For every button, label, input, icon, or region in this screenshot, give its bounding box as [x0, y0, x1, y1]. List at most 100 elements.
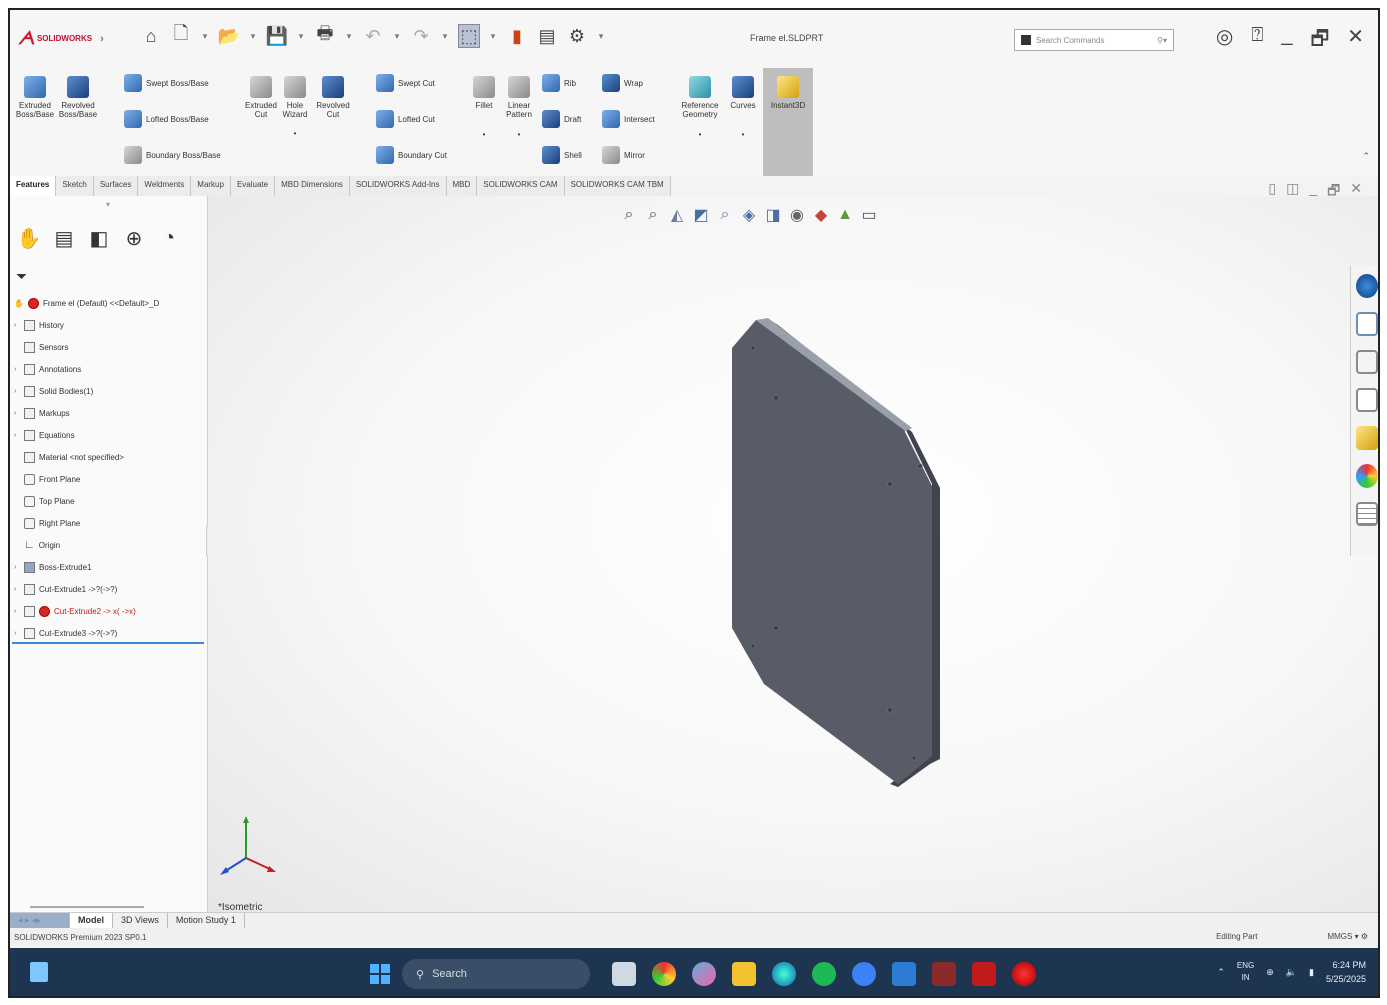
- revolved-boss-button[interactable]: Revolved Boss/Base: [58, 76, 98, 119]
- clock[interactable]: 6:24 PM 5/25/2025: [1326, 958, 1366, 986]
- panel-collapse-handle[interactable]: ▾: [106, 200, 110, 209]
- minimize-icon[interactable]: _: [1281, 24, 1292, 58]
- record-icon[interactable]: [1012, 962, 1036, 986]
- tab-features[interactable]: Features: [10, 176, 57, 196]
- tab-cam[interactable]: SOLIDWORKS CAM: [477, 176, 565, 196]
- help-icon[interactable]: ⚙: [1361, 932, 1368, 941]
- tree-item-right-plane[interactable]: Right Plane: [14, 512, 208, 534]
- instant3d-button[interactable]: Instant3D: [763, 68, 813, 176]
- dropdown-icon[interactable]: ▾: [344, 24, 354, 48]
- tree-item-equations[interactable]: › Equations: [14, 424, 208, 446]
- dropdown-icon[interactable]: ▾: [440, 24, 450, 48]
- expand-arrow-icon[interactable]: ›: [14, 366, 20, 373]
- select-icon[interactable]: ⬚: [458, 24, 480, 48]
- expand-arrow-icon[interactable]: ›: [14, 388, 20, 395]
- collapse-ribbon-icon[interactable]: ⌃: [1362, 151, 1370, 162]
- tree-item-material[interactable]: Material <not specified>: [14, 446, 208, 468]
- tree-item-top-plane[interactable]: Top Plane: [14, 490, 208, 512]
- restore-icon[interactable]: 🗗: [1310, 24, 1329, 58]
- part-model[interactable]: [208, 196, 1380, 912]
- expand-arrow-icon[interactable]: ›: [14, 608, 20, 615]
- close-icon[interactable]: ✕: [1347, 24, 1364, 58]
- tree-root[interactable]: ✋ Frame el (Default) <<Default>_D: [14, 292, 208, 314]
- linear-pattern-button[interactable]: Linear Pattern •: [504, 76, 534, 139]
- tree-item-sensors[interactable]: Sensors: [14, 336, 208, 358]
- extruded-boss-button[interactable]: Extruded Boss/Base: [16, 76, 54, 119]
- language-indicator[interactable]: ENG IN: [1237, 960, 1254, 984]
- draft-button[interactable]: Draft: [542, 110, 581, 128]
- redo-icon[interactable]: ↷: [410, 24, 432, 48]
- dropdown-icon[interactable]: •: [483, 130, 486, 139]
- tab-markup[interactable]: Markup: [191, 176, 231, 196]
- view-palette-icon[interactable]: [1355, 388, 1378, 412]
- edge-icon[interactable]: [772, 962, 796, 986]
- expand-arrow-icon[interactable]: ›: [14, 322, 20, 329]
- rib-button[interactable]: Rib: [542, 74, 576, 92]
- rollback-bar[interactable]: [12, 642, 204, 644]
- file-explorer-icon[interactable]: [732, 962, 756, 986]
- dropdown-icon[interactable]: •: [294, 129, 297, 138]
- spotify-icon[interactable]: [812, 962, 836, 986]
- hole-wizard-button[interactable]: Hole Wizard •: [280, 76, 310, 138]
- expand-arrow-icon[interactable]: ›: [14, 432, 20, 439]
- widgets-icon[interactable]: [30, 962, 48, 982]
- extruded-cut-button[interactable]: Extruded Cut: [245, 76, 277, 119]
- photos-icon[interactable]: [892, 962, 916, 986]
- feature-manager-tab-icon[interactable]: ✋: [16, 224, 42, 252]
- tab-evaluate[interactable]: Evaluate: [230, 176, 276, 196]
- part-front-face[interactable]: [732, 320, 932, 784]
- filter-icon[interactable]: ⏷: [16, 268, 27, 285]
- tab-surfaces[interactable]: Surfaces: [93, 176, 139, 196]
- shell-button[interactable]: Shell: [542, 146, 582, 164]
- network-icon[interactable]: ⊕: [1266, 967, 1274, 978]
- tab-cam-tbm[interactable]: SOLIDWORKS CAM TBM: [564, 176, 671, 196]
- expand-arrow-icon[interactable]: ›: [14, 564, 20, 571]
- expand-arrow-icon[interactable]: ›: [14, 410, 20, 417]
- undo-icon[interactable]: ↶: [362, 24, 384, 48]
- tab-mbd-dimensions[interactable]: MBD Dimensions: [275, 176, 350, 196]
- dropdown-icon[interactable]: ▾: [200, 24, 210, 48]
- file-properties-icon[interactable]: ▤: [536, 24, 558, 48]
- tree-item-annotations[interactable]: › Annotations: [14, 358, 208, 380]
- tree-item-solid-bodies[interactable]: › Solid Bodies(1): [14, 380, 208, 402]
- print-icon[interactable]: 🖶: [314, 23, 336, 48]
- swept-cut-button[interactable]: Swept Cut: [376, 74, 435, 92]
- terminal-icon[interactable]: [932, 962, 956, 986]
- new-document-icon[interactable]: 🗋: [170, 23, 192, 48]
- units-selector[interactable]: MMGS ▾ ⚙: [1327, 932, 1368, 941]
- tree-item-boss-extrude1[interactable]: › Boss-Extrude1: [14, 556, 208, 578]
- tab-addins[interactable]: SOLIDWORKS Add-Ins: [349, 176, 447, 196]
- lofted-cut-button[interactable]: Lofted Cut: [376, 110, 435, 128]
- help-icon[interactable]: ⍰: [1251, 24, 1263, 58]
- dropdown-icon[interactable]: •: [518, 130, 521, 139]
- graphics-viewport[interactable]: ⌕ ⌕ ◭ ◩ ⌕ ◈ ◨ ◉ ◆ ▲ ▭ *Isometric: [208, 196, 1380, 913]
- revolved-cut-button[interactable]: Revolved Cut: [316, 76, 350, 119]
- tab-model[interactable]: Model: [70, 913, 113, 928]
- property-manager-tab-icon[interactable]: ▤: [51, 224, 77, 252]
- list-view-icon[interactable]: [1355, 502, 1378, 526]
- dropdown-icon[interactable]: ▾: [596, 24, 606, 48]
- tree-item-history[interactable]: › History: [14, 314, 208, 336]
- tab-navigation-arrows[interactable]: ◂ ▸ ◂▸: [10, 913, 70, 928]
- dropdown-icon[interactable]: ▾: [488, 24, 498, 48]
- options-gear-icon[interactable]: ⚙: [566, 24, 588, 48]
- curves-button[interactable]: Curves •: [728, 76, 758, 139]
- task-view-icon[interactable]: [612, 962, 636, 986]
- solidworks-taskbar-icon[interactable]: [972, 962, 996, 986]
- swept-boss-button[interactable]: Swept Boss/Base: [124, 74, 209, 92]
- tree-item-cut-extrude3[interactable]: › Cut-Extrude3 ->?(->?): [14, 622, 208, 644]
- show-hidden-icons-icon[interactable]: ⌃: [1217, 967, 1225, 978]
- browser-icon[interactable]: [852, 962, 876, 986]
- chrome-icon[interactable]: [652, 962, 676, 986]
- dropdown-icon[interactable]: ▾: [296, 24, 306, 48]
- expand-arrow-icon[interactable]: ›: [14, 630, 20, 637]
- taskbar-search[interactable]: ⚲ Search: [402, 959, 590, 989]
- dropdown-icon[interactable]: •: [742, 130, 745, 139]
- windows-start-icon[interactable]: [370, 964, 390, 984]
- save-icon[interactable]: 💾: [266, 24, 288, 48]
- appearances-icon[interactable]: [1355, 426, 1378, 450]
- solidworks-logo[interactable]: ᗅ SOLIDWORKS ›: [18, 28, 104, 49]
- copilot-icon[interactable]: [692, 962, 716, 986]
- reference-geometry-button[interactable]: Reference Geometry •: [678, 76, 722, 139]
- open-icon[interactable]: 📂: [218, 24, 240, 48]
